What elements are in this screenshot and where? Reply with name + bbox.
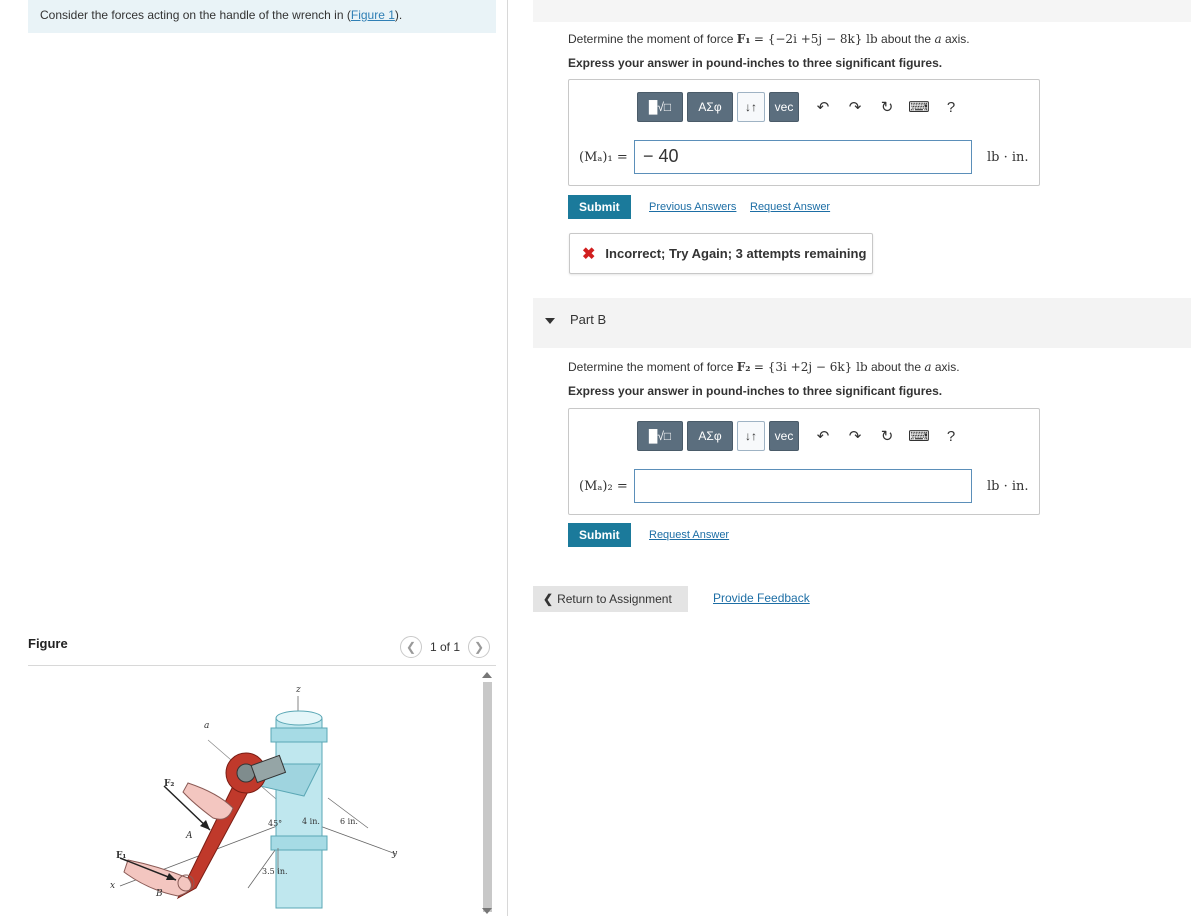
label-dim-6in: 6 in. [340,817,358,826]
vec-button[interactable]: vec [769,421,799,451]
label-y: y [391,849,398,859]
prompt-end: ). [394,8,403,22]
part-b-axis: a [924,360,932,374]
part-a-header [533,0,1191,22]
label-dim-3-5in: 3.5 in. [262,867,288,876]
part-b-question-end: axis. [934,360,960,374]
part-b-question-suffix: about the [870,360,922,374]
part-b-answer-panel: █√□ ΑΣφ ↓↑ vec ↶ ↷ ↻ ⌨ ? (Mₐ)₂ = lb · in… [568,408,1040,515]
label-point-b: B [155,889,163,899]
return-label: Return to Assignment [557,592,672,606]
label-z: z [295,685,301,695]
next-figure-icon[interactable]: ❯ [468,636,491,658]
part-a-question-suffix: about the [881,32,932,46]
problem-prompt: Consider the forces acting on the handle… [28,0,496,33]
part-b-submit-button[interactable]: Submit [568,523,631,547]
label-a: a [204,721,209,731]
part-a-answer-label: (Mₐ)₁ = [579,150,628,165]
label-f1: F₁ [116,851,126,861]
pager-count: 1 of 1 [430,640,461,654]
incorrect-feedback: ✖ Incorrect; Try Again; 3 attempts remai… [569,233,873,274]
part-b-title: Part B [570,312,607,327]
part-a-instruction: Express your answer in pound-inches to t… [568,56,943,70]
reset-icon[interactable]: ↻ [875,92,899,122]
label-f2: F₂ [164,779,174,789]
part-a-unit: lb · in. [987,150,1029,165]
part-b-request-answer-link[interactable]: Request Answer [649,529,729,541]
template-icon[interactable]: █√□ [637,92,683,122]
figure-title: Figure [28,636,68,651]
help-button[interactable]: ? [939,92,963,122]
column-divider [507,0,508,916]
figure-link[interactable]: Figure 1 [351,8,395,22]
part-b-question: Determine the moment of force F₂ = {3i +… [568,360,960,374]
part-b-answer-input[interactable] [634,469,972,503]
part-a-math-toolbar: █√□ ΑΣφ ↓↑ vec ↶ ↷ ↻ ⌨ ? [637,92,963,122]
chevron-left-icon: ❮ [543,592,554,606]
greek-button[interactable]: ΑΣφ [687,421,733,451]
part-a-submit-button[interactable]: Submit [568,195,631,219]
part-a-force-name: F₁ [736,32,751,46]
reset-icon[interactable]: ↻ [875,421,899,451]
arrows-button[interactable]: ↓↑ [737,421,765,451]
collapse-caret-icon[interactable] [545,318,555,324]
label-dim-4in: 4 in. [302,817,320,826]
keyboard-icon[interactable]: ⌨ [907,421,931,451]
arrows-button[interactable]: ↓↑ [737,92,765,122]
part-a-question-end: axis. [944,32,970,46]
part-b-header[interactable]: Part B [533,298,1191,348]
previous-answers-link[interactable]: Previous Answers [649,201,736,213]
part-a-force-value: = {−2i +5j − 8k} lb [753,32,878,46]
return-to-assignment-button[interactable]: ❮ Return to Assignment [533,586,688,612]
part-a-answer-input[interactable]: − 40 [634,140,972,174]
wrench-figure: z a F₂ F₁ A B x y 45° 4 in. 6 in. 3.5 in… [28,668,476,916]
part-a-question-prefix: Determine the moment of force [568,32,734,46]
label-angle: 45° [268,819,282,828]
undo-icon[interactable]: ↶ [811,92,835,122]
part-a-axis: a [934,32,942,46]
redo-icon[interactable]: ↷ [843,92,867,122]
part-b-force-value: = {3i +2j − 6k} lb [753,360,868,374]
part-b-math-toolbar: █√□ ΑΣφ ↓↑ vec ↶ ↷ ↻ ⌨ ? [637,421,963,451]
scroll-down-icon[interactable] [482,908,492,914]
label-point-a: A [185,831,193,841]
provide-feedback-link[interactable]: Provide Feedback [713,591,810,605]
figure-pager: ❮ 1 of 1 ❯ [400,636,491,658]
part-b-question-prefix: Determine the moment of force [568,360,734,374]
prev-figure-icon[interactable]: ❮ [400,636,422,658]
keyboard-icon[interactable]: ⌨ [907,92,931,122]
redo-icon[interactable]: ↷ [843,421,867,451]
part-b-unit: lb · in. [987,479,1029,494]
template-icon[interactable]: █√□ [637,421,683,451]
part-a-request-answer-link[interactable]: Request Answer [750,201,830,213]
wrench-diagram: z a F₂ F₁ A B x y 45° 4 in. 6 in. 3.5 in… [110,685,398,909]
feedback-text: Incorrect; Try Again; 3 attempts remaini… [605,246,867,261]
prompt-text: Consider the forces acting on the handle… [40,8,344,22]
part-a-question: Determine the moment of force F₁ = {−2i … [568,32,970,46]
scroll-thumb[interactable] [483,682,492,912]
label-x: x [110,881,115,891]
greek-button[interactable]: ΑΣφ [687,92,733,122]
part-b-answer-label: (Mₐ)₂ = [579,479,628,494]
figure-divider [28,665,496,666]
page: Consider the forces acting on the handle… [0,0,1191,916]
scroll-up-icon[interactable] [482,672,492,678]
undo-icon[interactable]: ↶ [811,421,835,451]
figure-scrollbar[interactable] [480,668,494,916]
part-a-answer-panel: █√□ ΑΣφ ↓↑ vec ↶ ↷ ↻ ⌨ ? (Mₐ)₁ = − 40 lb… [568,79,1040,186]
vec-button[interactable]: vec [769,92,799,122]
help-button[interactable]: ? [939,421,963,451]
incorrect-x-icon: ✖ [582,245,596,263]
part-b-instruction: Express your answer in pound-inches to t… [568,384,943,398]
part-b-force-name: F₂ [736,360,751,374]
